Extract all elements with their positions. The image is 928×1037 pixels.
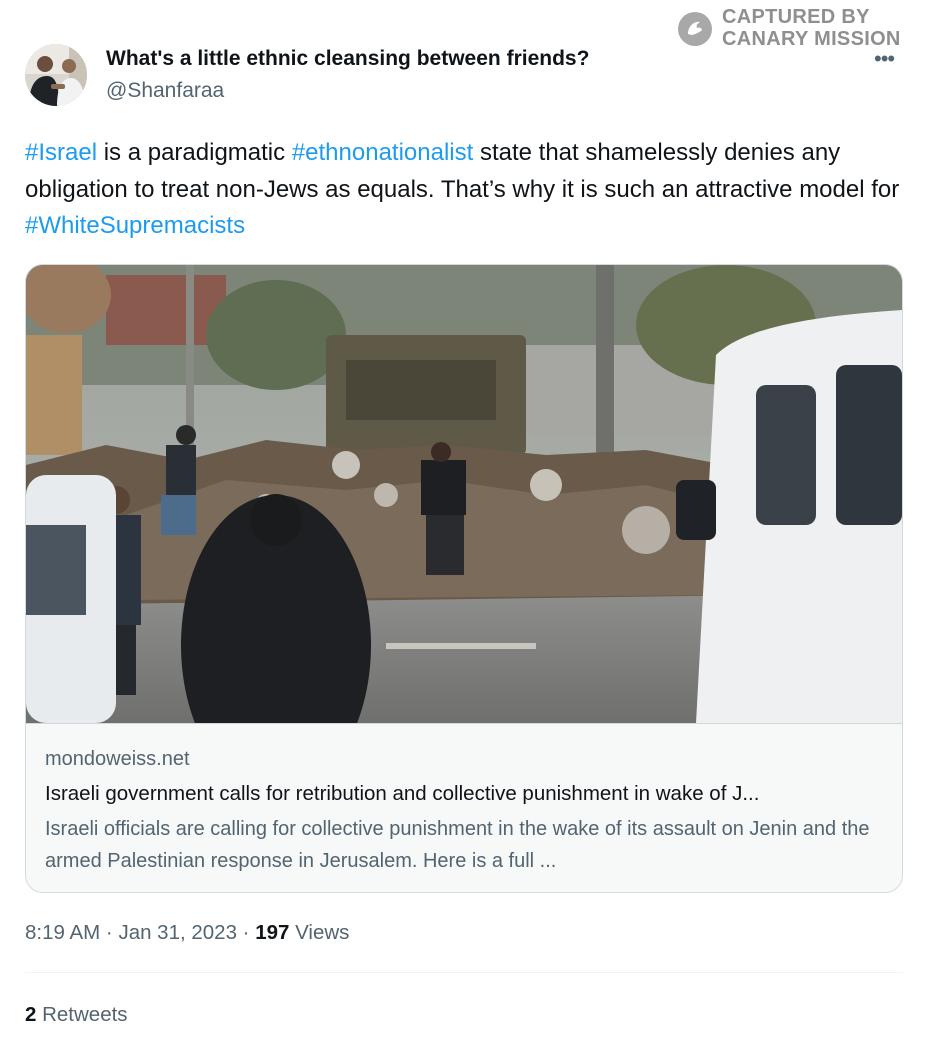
tweet-date[interactable]: Jan 31, 2023 [118, 921, 237, 944]
tweet-text: #Israel is a paradigmatic #ethnonational… [25, 135, 905, 245]
hashtag-israel[interactable]: #Israel [25, 139, 97, 166]
tweet-time[interactable]: 8:19 AM [25, 921, 100, 944]
retweets-label: Retweets [36, 1003, 128, 1026]
meta-separator: · [100, 921, 119, 944]
more-dots-icon[interactable]: ••• [874, 48, 895, 70]
canary-bird-icon [678, 12, 712, 46]
author-handle[interactable]: @Shanfaraa [106, 78, 224, 104]
views-count: 197 [255, 921, 290, 944]
meta-separator: · [236, 921, 256, 944]
tweet-meta: 8:19 AM · Jan 31, 2023 · 197 Views [25, 919, 349, 947]
card-image[interactable] [26, 265, 902, 723]
watermark-text: CAPTURED BY CANARY MISSION [722, 6, 901, 50]
retweets-count: 2 [25, 1003, 37, 1026]
card-info[interactable]: mondoweiss.net Israeli government calls … [26, 723, 902, 892]
card-domain: mondoweiss.net [45, 748, 190, 770]
hashtag-ethnonationalist[interactable]: #ethnonationalist [292, 139, 473, 166]
retweets-stat[interactable]: 2 Retweets [25, 1001, 128, 1029]
hashtag-whitesupremacists[interactable]: #WhiteSupremacists [25, 212, 245, 239]
divider [25, 972, 903, 973]
views-label: Views [289, 921, 350, 944]
card-description: Israeli officials are calling for collec… [45, 818, 870, 872]
link-preview-card[interactable]: mondoweiss.net Israeli government calls … [25, 264, 903, 893]
watermark-line-1: CAPTURED BY [722, 6, 870, 28]
tweet-text-part-1: is a paradigmatic [97, 139, 292, 166]
card-title: Israeli government calls for retribution… [45, 782, 760, 805]
author-display-name[interactable]: What's a little ethnic cleansing between… [106, 46, 589, 72]
avatar[interactable] [25, 44, 87, 106]
